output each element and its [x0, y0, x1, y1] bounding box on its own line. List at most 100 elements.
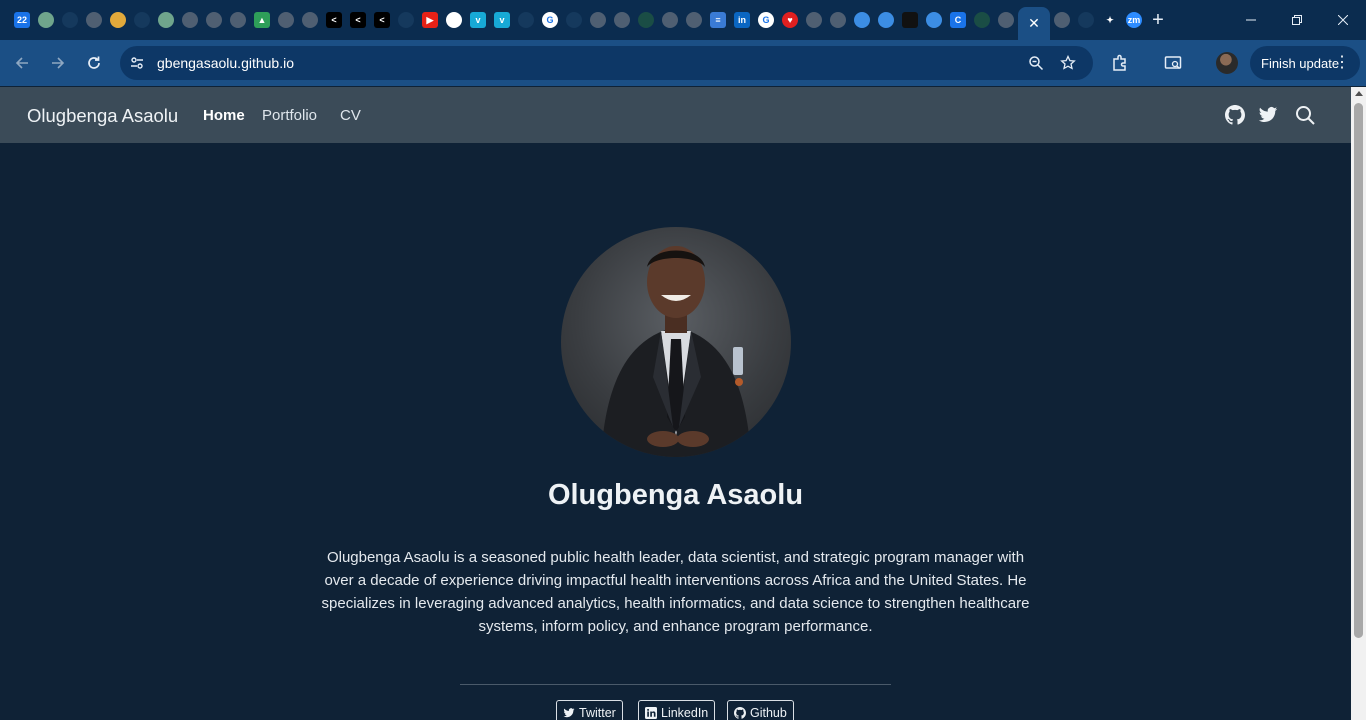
browser-tab-4[interactable] — [106, 7, 130, 33]
browser-tab-24[interactable] — [586, 7, 610, 33]
back-button[interactable] — [8, 49, 36, 77]
page-scrollbar[interactable] — [1351, 87, 1366, 720]
github-button[interactable]: Github — [727, 700, 794, 720]
browser-tab-20[interactable]: v — [490, 7, 514, 33]
browser-tab-after-3[interactable]: zm — [1122, 7, 1146, 33]
minimize-button[interactable] — [1228, 0, 1274, 40]
browser-tab-37[interactable] — [898, 7, 922, 33]
tab-search-icon[interactable] — [1161, 51, 1185, 75]
browser-tab-2[interactable] — [58, 7, 82, 33]
reload-button[interactable] — [80, 49, 108, 77]
scroll-up-arrow-icon[interactable] — [1355, 91, 1363, 96]
browser-tab-41[interactable] — [994, 7, 1018, 33]
browser-tab-8[interactable] — [202, 7, 226, 33]
browser-tab-25[interactable] — [610, 7, 634, 33]
nav-link-portfolio[interactable]: Portfolio — [262, 107, 317, 124]
scrollbar-thumb[interactable] — [1354, 103, 1363, 638]
heart-icon — [62, 12, 78, 28]
globe-icon — [302, 12, 318, 28]
restore-button[interactable] — [1274, 0, 1320, 40]
browser-tab-35[interactable] — [850, 7, 874, 33]
browser-tab-after-0[interactable] — [1050, 7, 1074, 33]
browser-tab-39[interactable]: C — [946, 7, 970, 33]
search-icon[interactable] — [1295, 105, 1315, 125]
browser-tab-3[interactable] — [82, 7, 106, 33]
google-icon: G — [542, 12, 558, 28]
globe-icon — [614, 12, 630, 28]
nav-link-home[interactable]: Home — [203, 107, 245, 124]
leaf-icon — [638, 12, 654, 28]
browser-tab-11[interactable] — [274, 7, 298, 33]
browser-toolbar: gbengasaolu.github.io Finish update ⋮ — [0, 40, 1366, 86]
browser-tab-27[interactable] — [658, 7, 682, 33]
browser-tab-14[interactable]: < — [346, 7, 370, 33]
browser-tab-19[interactable]: v — [466, 7, 490, 33]
github-button-label: Github — [750, 706, 787, 720]
browser-tab-38[interactable] — [922, 7, 946, 33]
browser-tab-13[interactable]: < — [322, 7, 346, 33]
close-icon — [1338, 15, 1348, 25]
browser-tab-22[interactable]: G — [538, 7, 562, 33]
drive-icon: ▲ — [254, 12, 270, 28]
github-icon[interactable] — [1225, 105, 1245, 125]
nav-link-cv[interactable]: CV — [340, 107, 361, 124]
browser-tab-after-1[interactable] — [1074, 7, 1098, 33]
browser-tab-7[interactable] — [178, 7, 202, 33]
browser-tab-12[interactable] — [298, 7, 322, 33]
browser-tab-after-2[interactable]: ✦ — [1098, 7, 1122, 33]
leaf-icon — [974, 12, 990, 28]
url-text[interactable]: gbengasaolu.github.io — [157, 55, 294, 71]
browser-tab-26[interactable] — [634, 7, 658, 33]
openai-icon — [446, 12, 462, 28]
close-window-button[interactable] — [1320, 0, 1366, 40]
address-bar[interactable]: gbengasaolu.github.io — [120, 46, 1093, 80]
browser-tab-6[interactable] — [154, 7, 178, 33]
browser-tab-33[interactable] — [802, 7, 826, 33]
linkedin-button-label: LinkedIn — [661, 706, 709, 720]
browser-tab-0[interactable]: 22 — [10, 7, 34, 33]
circle-logo-icon — [38, 12, 54, 28]
linkedin-button[interactable]: LinkedIn — [638, 700, 716, 720]
heart-icon — [398, 12, 414, 28]
site-brand-link[interactable]: Olugbenga Asaolu — [27, 105, 178, 127]
tab-list: 22 ▲ < < < ▶ v v G ≡ in G ♥ C ✕ ✦ zm + — [10, 7, 1170, 40]
profile-avatar[interactable] — [1216, 52, 1238, 74]
browser-tab-17[interactable]: ▶ — [418, 7, 442, 33]
site-navbar: Olugbenga Asaolu Home Portfolio CV — [0, 87, 1351, 143]
browser-tab-9[interactable] — [226, 7, 250, 33]
active-tab[interactable]: ✕ — [1018, 7, 1050, 40]
browser-tab-10[interactable]: ▲ — [250, 7, 274, 33]
arrow-left-icon — [15, 57, 28, 69]
site-settings-icon[interactable] — [127, 53, 147, 73]
finish-update-button[interactable]: Finish update ⋮ — [1250, 46, 1360, 80]
bookmark-star-icon[interactable] — [1058, 53, 1078, 73]
zoom-icon[interactable] — [1026, 53, 1046, 73]
profile-photo — [561, 227, 791, 457]
browser-tab-34[interactable] — [826, 7, 850, 33]
browser-tab-5[interactable] — [130, 7, 154, 33]
browser-tab-16[interactable] — [394, 7, 418, 33]
zoom-icon: zm — [1126, 12, 1142, 28]
browser-tab-23[interactable] — [562, 7, 586, 33]
browser-tab-15[interactable]: < — [370, 7, 394, 33]
browser-tab-28[interactable] — [682, 7, 706, 33]
browser-tab-40[interactable] — [970, 7, 994, 33]
browser-tab-18[interactable] — [442, 7, 466, 33]
new-tab-button[interactable]: + — [1146, 7, 1170, 33]
browser-tab-29[interactable]: ≡ — [706, 7, 730, 33]
linkedin-icon — [645, 707, 657, 719]
twitter-icon[interactable] — [1258, 105, 1278, 125]
browser-tab-32[interactable]: ♥ — [778, 7, 802, 33]
extensions-icon[interactable] — [1108, 51, 1132, 75]
browser-tab-1[interactable] — [34, 7, 58, 33]
browser-tab-21[interactable] — [514, 7, 538, 33]
globe-icon — [998, 12, 1014, 28]
close-tab-icon[interactable]: ✕ — [1028, 15, 1040, 32]
vimeo-icon: v — [494, 12, 510, 28]
twitter-button[interactable]: Twitter — [556, 700, 623, 720]
browser-tab-36[interactable] — [874, 7, 898, 33]
browser-tab-31[interactable]: G — [754, 7, 778, 33]
vimeo-icon: v — [470, 12, 486, 28]
browser-tab-30[interactable]: in — [730, 7, 754, 33]
forward-button[interactable] — [44, 49, 72, 77]
